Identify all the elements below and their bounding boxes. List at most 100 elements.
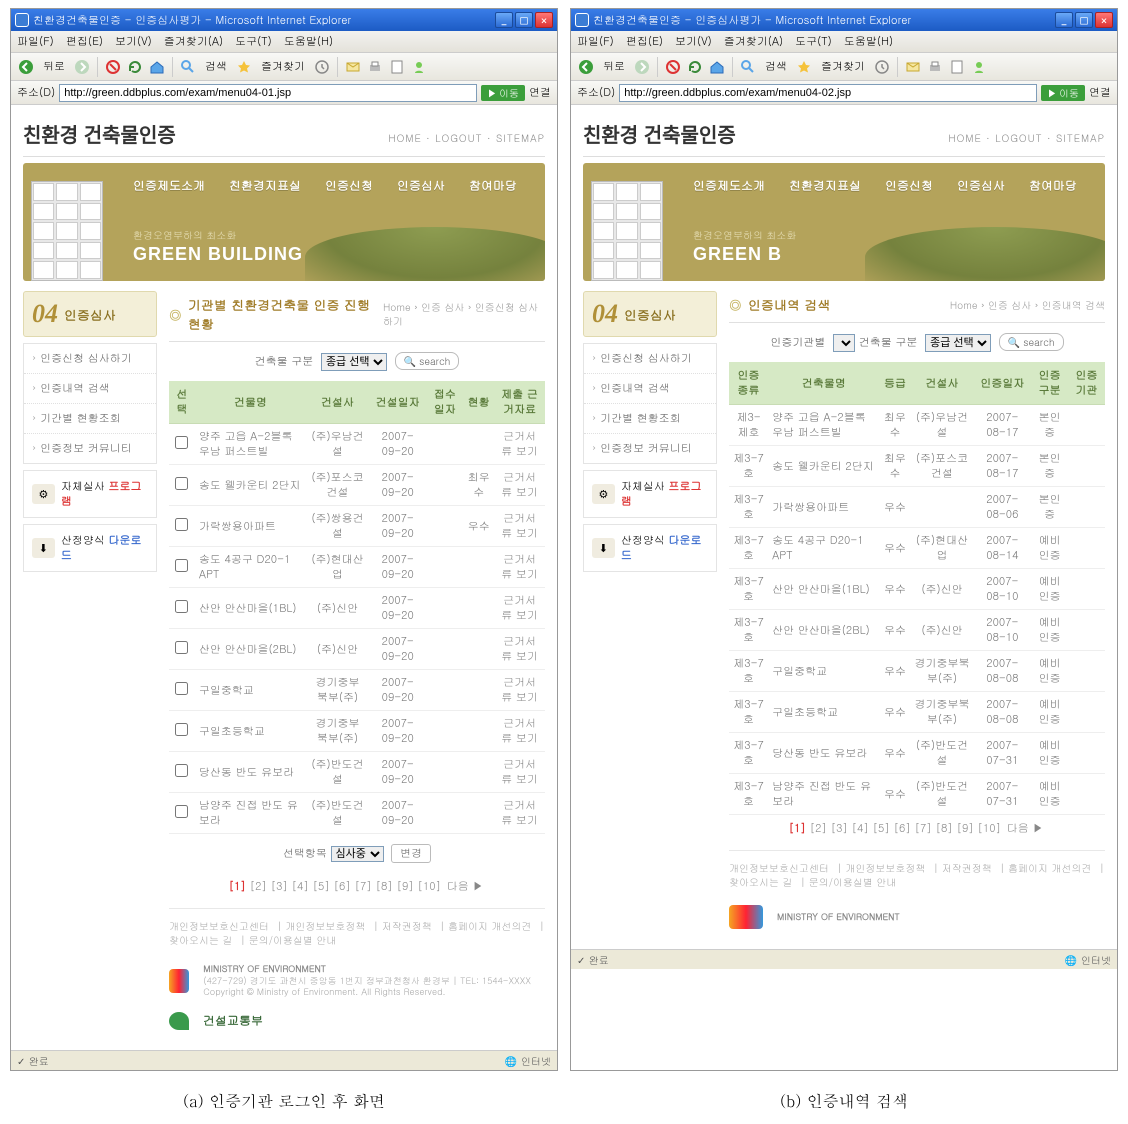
evidence-link[interactable]: 근거서류 보기 xyxy=(501,429,538,459)
row-checkbox[interactable] xyxy=(175,641,188,654)
foot-link[interactable]: 문의/이용실별 안내 xyxy=(249,933,337,947)
print-icon[interactable] xyxy=(926,58,944,76)
search-icon[interactable] xyxy=(739,58,757,76)
url-input[interactable] xyxy=(619,84,1037,102)
page-next[interactable]: 다음 ▶ xyxy=(1007,821,1044,836)
minimize-button[interactable]: _ xyxy=(1055,12,1073,28)
evidence-link[interactable]: 근거서류 보기 xyxy=(501,757,538,787)
messenger-icon[interactable] xyxy=(970,58,988,76)
back-label[interactable]: 뒤로 xyxy=(43,59,65,74)
mail-icon[interactable] xyxy=(904,58,922,76)
window-titlebar[interactable]: 친환경건축물인증 - 인증심사평가 - Microsoft Internet E… xyxy=(11,9,557,31)
filter-select-org[interactable] xyxy=(833,334,855,352)
back-label[interactable]: 뒤로 xyxy=(603,59,625,74)
filter-select-grade[interactable]: 종급 선택 xyxy=(321,353,387,371)
menu-view[interactable]: 보기(V) xyxy=(115,34,152,49)
sidebar-item-period[interactable]: 기간별 현황조회 xyxy=(584,404,716,434)
sidebar-badge-download[interactable]: ⬇ 산정양식 다운로드 xyxy=(23,524,157,572)
back-icon[interactable] xyxy=(17,58,35,76)
stop-icon[interactable] xyxy=(664,58,682,76)
sidebar-item-review[interactable]: 인증신청 심사하기 xyxy=(584,344,716,374)
window-titlebar[interactable]: 친환경건축물인증 - 인증심사평가 - Microsoft Internet E… xyxy=(571,9,1117,31)
sidebar-item-period[interactable]: 기간별 현황조회 xyxy=(24,404,156,434)
edit-icon[interactable] xyxy=(388,58,406,76)
search-button[interactable]: 🔍 search xyxy=(395,352,460,370)
evidence-link[interactable]: 근거서류 보기 xyxy=(501,552,538,582)
home-icon[interactable] xyxy=(148,58,166,76)
foot-link[interactable]: 문의/이용실별 안내 xyxy=(809,875,897,889)
site-logo-title[interactable]: 친환경 건축물인증 xyxy=(23,119,176,148)
site-util-links[interactable]: HOME · LOGOUT · SITEMAP xyxy=(388,131,545,145)
action-confirm-button[interactable]: 변경 xyxy=(391,844,431,863)
row-checkbox[interactable] xyxy=(175,805,188,818)
menubar[interactable]: 파일(F) 편집(E) 보기(V) 즐겨찾기(A) 도구(T) 도움말(H) xyxy=(11,31,557,53)
menu-tools[interactable]: 도구(T) xyxy=(795,34,832,49)
nav-about[interactable]: 인증제도소개 xyxy=(133,177,205,194)
evidence-link[interactable]: 근거서류 보기 xyxy=(501,470,538,500)
menu-help[interactable]: 도움말(H) xyxy=(844,34,893,49)
messenger-icon[interactable] xyxy=(410,58,428,76)
history-icon[interactable] xyxy=(873,58,891,76)
row-checkbox[interactable] xyxy=(175,518,188,531)
nav-about[interactable]: 인증제도소개 xyxy=(693,177,765,194)
links-label[interactable]: 연결 xyxy=(529,85,551,100)
search-icon[interactable] xyxy=(179,58,197,76)
sidebar-item-search[interactable]: 인증내역 검색 xyxy=(584,374,716,404)
foot-link[interactable]: 저작권정책 xyxy=(942,861,992,875)
nav-review[interactable]: 인증심사 xyxy=(957,177,1005,194)
foot-link[interactable]: 저작권정책 xyxy=(382,919,432,933)
evidence-link[interactable]: 근거서류 보기 xyxy=(501,634,538,664)
foot-link[interactable]: 찾아오시는 길 xyxy=(169,933,232,947)
favorites-icon[interactable] xyxy=(795,58,813,76)
row-checkbox[interactable] xyxy=(175,600,188,613)
evidence-link[interactable]: 근거서류 보기 xyxy=(501,511,538,541)
maximize-button[interactable]: □ xyxy=(1075,12,1093,28)
menu-favorites[interactable]: 즐겨찾기(A) xyxy=(724,34,783,49)
sidebar-item-search[interactable]: 인증내역 검색 xyxy=(24,374,156,404)
go-button[interactable]: ▶ 이동 xyxy=(1041,85,1085,101)
search-label[interactable]: 검색 xyxy=(765,59,787,74)
forward-icon[interactable] xyxy=(73,58,91,76)
menu-tools[interactable]: 도구(T) xyxy=(235,34,272,49)
foot-link[interactable]: 홈페이지 개선의견 xyxy=(1008,861,1091,875)
site-util-links[interactable]: HOME · LOGOUT · SITEMAP xyxy=(948,131,1105,145)
sidebar-badge-download[interactable]: ⬇ 산정양식 다운로드 xyxy=(583,524,717,572)
row-checkbox[interactable] xyxy=(175,559,188,572)
search-button[interactable]: 🔍 search xyxy=(999,333,1064,351)
row-checkbox[interactable] xyxy=(175,764,188,777)
favorites-label[interactable]: 즐겨찾기 xyxy=(261,59,305,74)
home-icon[interactable] xyxy=(708,58,726,76)
action-select[interactable]: 심사중 xyxy=(331,846,384,862)
menu-help[interactable]: 도움말(H) xyxy=(284,34,333,49)
row-checkbox[interactable] xyxy=(175,723,188,736)
evidence-link[interactable]: 근거서류 보기 xyxy=(501,716,538,746)
sidebar-badge-program[interactable]: ⚙ 자체실사 프로그램 xyxy=(583,470,717,518)
forward-icon[interactable] xyxy=(633,58,651,76)
menu-edit[interactable]: 편집(E) xyxy=(66,34,103,49)
page-links[interactable]: [2] [3] [4] [5] [6] [7] [8] [9] [10] xyxy=(810,821,1001,836)
links-label[interactable]: 연결 xyxy=(1089,85,1111,100)
nav-apply[interactable]: 인증신청 xyxy=(885,177,933,194)
favorites-label[interactable]: 즐겨찾기 xyxy=(821,59,865,74)
foot-link[interactable]: 찾아오시는 길 xyxy=(729,875,792,889)
go-button[interactable]: ▶ 이동 xyxy=(481,85,525,101)
menu-edit[interactable]: 편집(E) xyxy=(626,34,663,49)
url-input[interactable] xyxy=(59,84,477,102)
nav-review[interactable]: 인증심사 xyxy=(397,177,445,194)
page-next[interactable]: 다음 ▶ xyxy=(447,879,484,894)
foot-link[interactable]: 개인정보보호신고센터 xyxy=(169,919,269,933)
menu-favorites[interactable]: 즐겨찾기(A) xyxy=(164,34,223,49)
history-icon[interactable] xyxy=(313,58,331,76)
row-checkbox[interactable] xyxy=(175,477,188,490)
menubar[interactable]: 파일(F) 편집(E) 보기(V) 즐겨찾기(A) 도구(T) 도움말(H) xyxy=(571,31,1117,53)
foot-link[interactable]: 홈페이지 개선의견 xyxy=(448,919,531,933)
maximize-button[interactable]: □ xyxy=(515,12,533,28)
menu-view[interactable]: 보기(V) xyxy=(675,34,712,49)
back-icon[interactable] xyxy=(577,58,595,76)
evidence-link[interactable]: 근거서류 보기 xyxy=(501,798,538,828)
row-checkbox[interactable] xyxy=(175,682,188,695)
stop-icon[interactable] xyxy=(104,58,122,76)
edit-icon[interactable] xyxy=(948,58,966,76)
close-button[interactable]: × xyxy=(1095,12,1113,28)
sidebar-badge-program[interactable]: ⚙ 자체실사 프로그램 xyxy=(23,470,157,518)
